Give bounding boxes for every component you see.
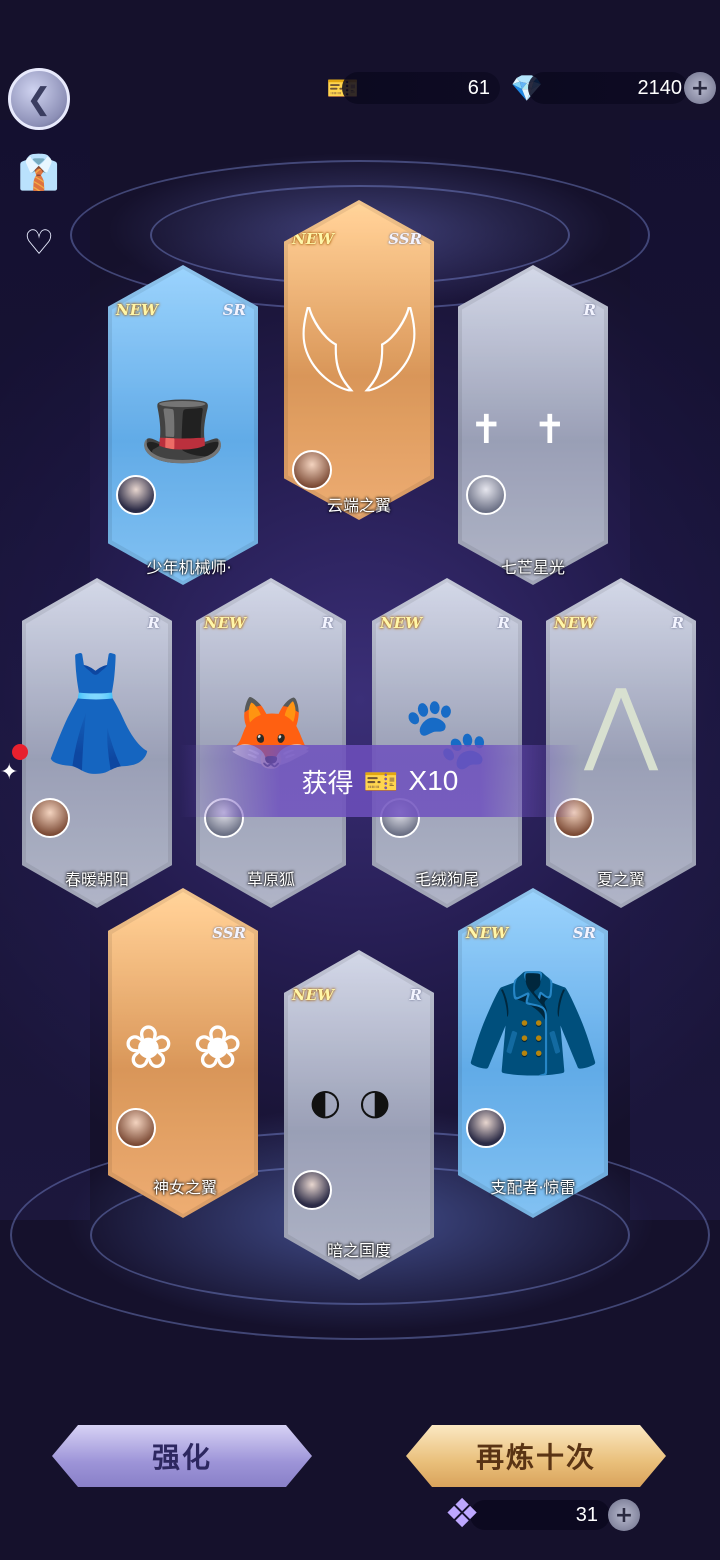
refine-crystal-counter: 31 — [470, 1500, 610, 1530]
new-badge: NEW — [204, 614, 246, 632]
rarity-badge: SR — [222, 301, 246, 319]
card-name-cloud-wings: 云端之翼 — [326, 496, 391, 515]
cross-earrings-icon: ✝✝ — [469, 407, 597, 453]
card-fluffy-dog-tail[interactable]: NEW R 🐾 — [372, 578, 522, 908]
rarity-badge: R — [409, 986, 422, 1004]
card-ruler-thunder[interactable]: NEW SR 🧥 — [458, 888, 608, 1218]
rarity-badge: R — [497, 614, 510, 632]
rarity-badge: R — [583, 301, 596, 319]
notification-dot — [12, 744, 28, 760]
sparkle-icon: ✦ — [0, 760, 19, 785]
wardrobe-button[interactable]: 👔 — [16, 150, 62, 196]
back-button[interactable]: ❮ — [8, 68, 70, 130]
obtained-quantity: X10 — [408, 765, 459, 796]
new-badge: NEW — [554, 614, 596, 632]
rarity-badge: R — [321, 614, 334, 632]
rarity-badge: R — [671, 614, 684, 632]
new-badge: NEW — [292, 986, 334, 1004]
plus-icon: + — [690, 75, 710, 101]
card-name-ruler-thunder: 支配者·惊雷 — [490, 1178, 576, 1197]
enhance-label: 强化 — [151, 1441, 212, 1474]
card-name-young-mechanic: 少年机械师· — [146, 558, 232, 577]
card-summer-wings[interactable]: NEW R ⋀ — [546, 578, 696, 908]
card-goddess-wings[interactable]: SSR ❀ ❀ — [108, 888, 258, 1218]
enhance-button[interactable]: 强化 — [52, 1425, 312, 1487]
earrings-icon: ◐◑ — [309, 1082, 409, 1123]
obtained-banner: 获得 🎫 X10 — [180, 745, 580, 817]
add-refine-crystals-button[interactable]: + — [608, 1499, 640, 1531]
plus-icon: + — [614, 1502, 634, 1528]
rarity-badge: SSR — [388, 230, 422, 248]
card-name-goddess-wings: 神女之翼 — [152, 1178, 217, 1197]
rarity-badge: R — [147, 614, 160, 632]
avatar — [466, 1108, 506, 1148]
rarity-badge: SR — [572, 924, 596, 942]
wardrobe-icon: 👔 — [17, 153, 61, 193]
back-icon: ❮ — [26, 81, 52, 117]
avatar — [466, 475, 506, 515]
new-badge: NEW — [380, 614, 422, 632]
card-cloud-wings[interactable]: NEW SSR 𓆩𓆪 — [284, 200, 434, 520]
crystal-counter: 2140 — [528, 72, 688, 104]
share-button[interactable]: ♡ — [16, 220, 62, 266]
new-badge: NEW — [116, 301, 158, 319]
avatar — [116, 1108, 156, 1148]
refine-ten-button[interactable]: 再炼十次 — [406, 1425, 666, 1487]
card-name-fluffy-dog-tail: 毛绒狗尾 — [414, 870, 479, 889]
flower-wings-icon: ❀ ❀ — [123, 1013, 243, 1083]
dress-icon: 👗 — [28, 649, 166, 777]
ticket-icon: 🎫 — [363, 764, 399, 798]
share-heart-icon: ♡ — [23, 223, 55, 263]
card-name-seven-stars: 七芒星光 — [500, 558, 565, 577]
ticket-counter: 61 — [342, 72, 500, 104]
avatar — [292, 450, 332, 490]
card-spring-sun[interactable]: R 👗 — [22, 578, 172, 908]
new-badge: NEW — [466, 924, 508, 942]
avatar — [30, 798, 70, 838]
card-name-spring-sun: 春暖朝阳 — [64, 870, 129, 889]
card-name-summer-wings: 夏之翼 — [596, 870, 645, 889]
rarity-badge: SSR — [212, 924, 246, 942]
refine-crystal-icon: ❖ — [444, 1491, 480, 1537]
refine-ten-label: 再炼十次 — [475, 1441, 596, 1474]
add-crystals-button[interactable]: + — [684, 72, 716, 104]
card-name-dark-realm: 暗之国度 — [326, 1241, 391, 1260]
obtained-label: 获得 — [301, 768, 354, 799]
card-dark-realm[interactable]: NEW R ◐◑ — [284, 950, 434, 1280]
card-name-grassland-fox: 草原狐 — [246, 870, 295, 889]
avatar — [292, 1170, 332, 1210]
avatar — [116, 475, 156, 515]
wings-icon: 𓆩𓆪 — [297, 301, 421, 429]
hat-icon: 🎩 — [139, 389, 227, 471]
card-seven-stars[interactable]: R ✝✝ — [458, 265, 608, 585]
card-grassland-fox[interactable]: NEW R 🦊 — [196, 578, 346, 908]
card-young-mechanic[interactable]: NEW SR 🎩 — [108, 265, 258, 585]
suit-icon: 🧥 — [464, 959, 602, 1087]
